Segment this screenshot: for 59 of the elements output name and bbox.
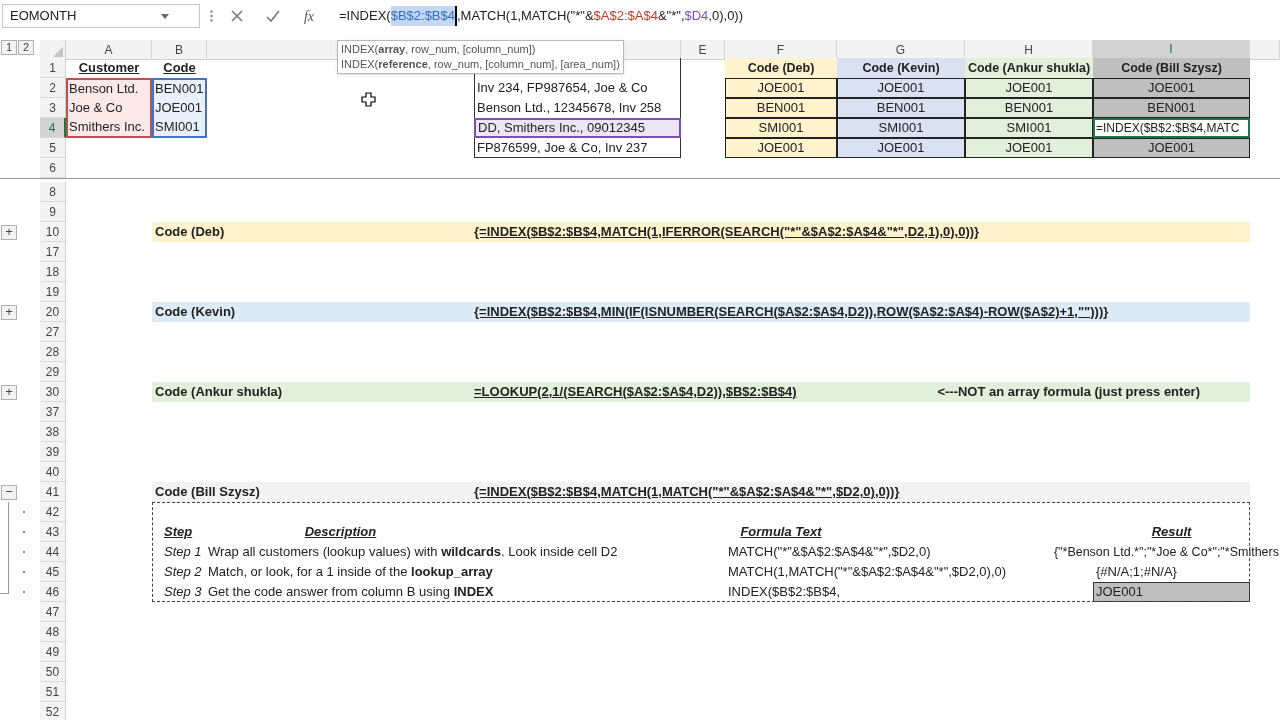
table-cell: JOE001 [837,78,965,98]
table-cell: Smithers Inc. [66,118,152,138]
table-cell: SMI001 [725,118,837,138]
section-title: Code (Ankur shukla) [154,384,284,400]
table-cell: BEN001 [965,98,1093,118]
formula-text: MATCH("*"&$A$2:$A$4&"*",$D2,0) [727,544,931,560]
result-value: {"*Benson Ltd.*";"*Joe & Co*";"*Smithers [1052,544,1280,561]
column-title: Code (Ankur shukla) [965,58,1093,78]
table-cell: Benson Ltd. [66,78,152,98]
table-cell: FP876599, Joe & Co, Inv 237 [474,138,681,158]
column-title: Code (Deb) [725,58,837,78]
table-cell: DD, Smithers Inc., 09012345 [474,118,681,138]
table-cell: BEN001 [152,78,207,98]
table-cell: SMI001 [965,118,1093,138]
table-cell: JOE001 [725,138,837,158]
table-cell: JOE001 [965,78,1093,98]
column-heading: Formula Text [739,523,823,541]
step-description: Match, or look, for a 1 inside of the lookup_array [207,564,494,580]
column-heading: Step [163,523,194,541]
step-description: Wrap all customers (lookup values) with wildcards. Look inside cell D2 [207,544,619,560]
table-cell: SMI001 [152,118,207,138]
step-description: Get the code answer from column B using INDEX [207,584,495,600]
formula-text: {=INDEX($B$2:$B$4,MATCH(1,MATCH("*"&$A$2:$A$4&"*",$D2,0),0))} [474,484,900,500]
section-title: Code (Deb) [154,224,226,240]
table-cell: Inv 234, FP987654, Joe & Co [474,78,681,98]
table-cell: JOE001 [837,138,965,158]
formula-text: INDEX($B$2:$B$4, [727,584,840,600]
result-value: {#N/A;1;#N/A} [1095,563,1178,581]
table-cell: JOE001 [1093,78,1250,98]
table-cell: JOE001 [725,78,837,98]
section-title: Code (Bill Szysz) [154,484,261,500]
step-label: Step 3 [163,583,203,601]
table-cell: JOE001 [1093,138,1250,158]
formula-text: {=INDEX($B$2:$B$4,MIN(IF(ISNUMBER(SEARCH($A$2:$A$4,D2)),ROW($A$2:$A$4)-ROW($A$2)+1,"")))} [474,304,1109,320]
table-cell: BEN001 [1093,98,1250,118]
table-cell: BEN001 [837,98,965,118]
cell-reference: $D4 [684,7,709,26]
note-text: <---NOT an array formula (just press enter) [937,384,1200,400]
result-value: JOE001 [1093,582,1250,602]
section-title: Code (Kevin) [154,304,237,320]
column-title: Code (Bill Szysz) [1093,58,1250,78]
function-tooltip: INDEX(array, row_num, [column_num]) INDEX(reference, row_num, [column_num], [area_num]) [337,40,624,74]
column-title: Code (Kevin) [837,58,965,78]
step-label: Step 2 [163,563,203,581]
formula-text: MATCH(1,MATCH("*"&$A$2:$A$4&"*",$D2,0),0) [727,564,1007,580]
cell-reference: $A$2:$A$4 [593,7,658,26]
formula-text: {=INDEX($B$2:$B$4,MATCH(1,IFERROR(SEARCH("*"&$A$2:$A$4&"*",D2,1),0),0))} [474,224,980,240]
table-cell: JOE001 [152,98,207,118]
step-label: Step 1 [163,543,203,561]
column-title: Customer [77,59,141,77]
cell-reference: $B$2:$B$4 [390,6,457,26]
column-heading: Description [303,523,378,541]
table-cell: Joe & Co [66,98,152,118]
column-title: Code [162,59,197,77]
table-cell: JOE001 [965,138,1093,158]
column-heading: Result [1150,523,1193,541]
formula-text: =LOOKUP(2,1/(SEARCH($A$2:$A$4,D2)),$B$2:$B$4) [474,384,797,400]
table-cell: BEN001 [725,98,837,118]
table-cell: SMI001 [837,118,965,138]
